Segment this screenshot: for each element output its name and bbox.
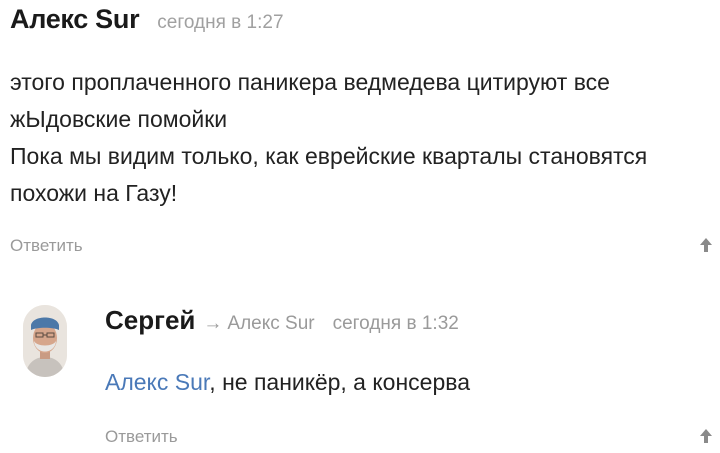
comment-body: этого проплаченного паникера ведмедева ц…: [10, 64, 710, 212]
comments-thread: Алекс Sur сегодня в 1:27 этого проплачен…: [0, 0, 720, 453]
avatar[interactable]: [23, 305, 67, 377]
comment-header: Алекс Sur сегодня в 1:27: [10, 4, 284, 35]
arrow-up-icon[interactable]: [697, 236, 715, 254]
reply-button[interactable]: Ответить: [10, 236, 83, 256]
comment-text: , не паникёр, а консерва: [209, 369, 471, 395]
comment-timestamp[interactable]: сегодня в 1:27: [157, 12, 283, 34]
comment-paragraph: Пока мы видим только, как еврейские квар…: [10, 143, 648, 206]
reply-arrow-icon: →: [203, 313, 223, 334]
comment-author[interactable]: Сергей: [105, 305, 195, 336]
comment-timestamp[interactable]: сегодня в 1:32: [333, 313, 459, 335]
reply-to-author[interactable]: Алекс Sur: [227, 313, 314, 335]
comment-author[interactable]: Алекс Sur: [10, 4, 140, 35]
reply-button[interactable]: Ответить: [105, 427, 178, 447]
mention-link[interactable]: Алекс Sur: [105, 369, 209, 395]
comment-body: Алекс Sur, не паникёр, а консерва: [105, 367, 470, 397]
comment-paragraph: этого проплаченного паникера ведмедева ц…: [10, 69, 610, 132]
arrow-up-icon[interactable]: [697, 427, 715, 445]
comment-header: Сергей → Алекс Sur сегодня в 1:32: [105, 305, 459, 336]
